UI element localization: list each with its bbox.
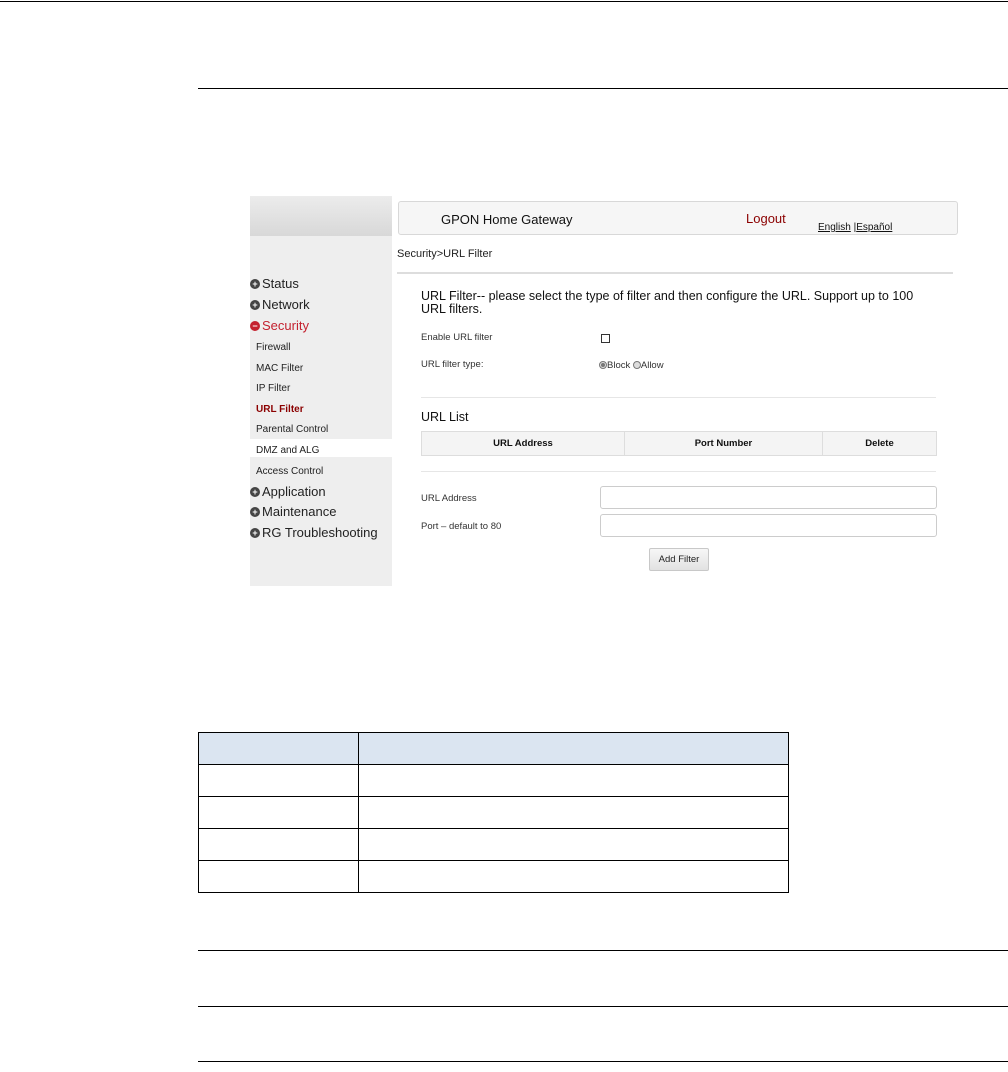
table-header-row [198, 732, 789, 765]
column-port-number: Port Number [625, 432, 823, 455]
block-radio[interactable] [599, 361, 607, 369]
sidebar-item-security[interactable]: − Security [250, 318, 309, 338]
plus-icon: + [250, 528, 260, 538]
sidebar-item-network[interactable]: + Network [250, 297, 310, 317]
table-cell [198, 828, 359, 861]
footer-rule [198, 950, 1008, 951]
sidebar-item-firewall[interactable]: Firewall [256, 342, 290, 353]
url-filter-screenshot: + Status + Network − Security Firewall MAC … [250, 196, 958, 586]
table-row [198, 796, 789, 829]
document-table [198, 732, 789, 893]
top-rule [0, 1, 1008, 2]
footer-rule [198, 1061, 1008, 1062]
plus-icon: + [250, 507, 260, 517]
add-filter-button[interactable]: Add Filter [649, 548, 709, 571]
enable-url-filter-label: Enable URL filter [421, 332, 493, 343]
plus-icon: + [250, 279, 260, 289]
port-input[interactable] [600, 514, 937, 537]
english-link[interactable]: English [818, 222, 851, 233]
allow-label: Allow [640, 360, 664, 371]
sidebar-item-mac-filter[interactable]: MAC Filter [256, 363, 303, 374]
sidebar-item-maintenance[interactable]: + Maintenance [250, 504, 336, 524]
language-links: English |Español [818, 222, 892, 233]
sidebar-header [250, 196, 392, 236]
table-cell [198, 796, 359, 829]
url-filter-type-label: URL filter type: [421, 359, 484, 370]
table-row [198, 860, 789, 893]
enable-url-filter-checkbox[interactable] [601, 334, 610, 343]
sidebar-item-application[interactable]: + Application [250, 484, 326, 504]
intro-text: URL Filter-- please select the type of f… [421, 289, 914, 316]
sidebar: + Status + Network − Security Firewall MAC … [250, 236, 392, 586]
sidebar-item-access-control[interactable]: Access Control [256, 466, 323, 477]
plus-icon: + [250, 300, 260, 310]
allow-radio[interactable] [632, 361, 641, 369]
table-header-cell [358, 732, 789, 765]
sidebar-item-dmz-alg[interactable]: DMZ and ALG [256, 445, 319, 456]
sidebar-item-ip-filter[interactable]: IP Filter [256, 383, 290, 394]
sidebar-item-status[interactable]: + Status [250, 276, 299, 296]
column-url-address: URL Address [422, 432, 625, 455]
section-divider [421, 471, 936, 472]
breadcrumb-divider [397, 272, 953, 274]
table-row [198, 764, 789, 797]
footer-rule [198, 1006, 1008, 1007]
table-row [198, 828, 789, 861]
column-delete: Delete [865, 438, 894, 449]
url-address-label: URL Address [421, 493, 477, 504]
filter-type-radios: Block Allow [599, 360, 664, 371]
sidebar-item-parental-control[interactable]: Parental Control [256, 424, 328, 435]
plus-icon: + [250, 487, 260, 497]
gateway-header: GPON Home Gateway Logout English |Españo… [398, 201, 958, 235]
url-list-table: URL Address Port Number Delete [421, 431, 937, 456]
table-cell [198, 764, 359, 797]
port-label: Port – default to 80 [421, 521, 502, 532]
header-rule [198, 88, 1008, 89]
sidebar-item-url-filter[interactable]: URL Filter [256, 404, 304, 415]
url-list-title: URL List [421, 410, 469, 424]
block-label: Block [607, 360, 631, 371]
minus-icon: − [250, 321, 260, 331]
table-header-cell [198, 732, 359, 765]
logout-link[interactable]: Logout [746, 211, 786, 226]
spanish-link[interactable]: Español [856, 222, 892, 233]
table-cell [198, 860, 359, 893]
brand-title: GPON Home Gateway [441, 212, 573, 227]
table-cell [358, 796, 789, 829]
section-divider [421, 397, 936, 398]
table-cell [358, 764, 789, 797]
url-address-input[interactable] [600, 486, 937, 509]
table-cell [358, 860, 789, 893]
sidebar-item-rg-troubleshooting[interactable]: + RG Troubleshooting [250, 525, 378, 545]
table-cell [358, 828, 789, 861]
breadcrumb: Security>URL Filter [397, 248, 493, 260]
